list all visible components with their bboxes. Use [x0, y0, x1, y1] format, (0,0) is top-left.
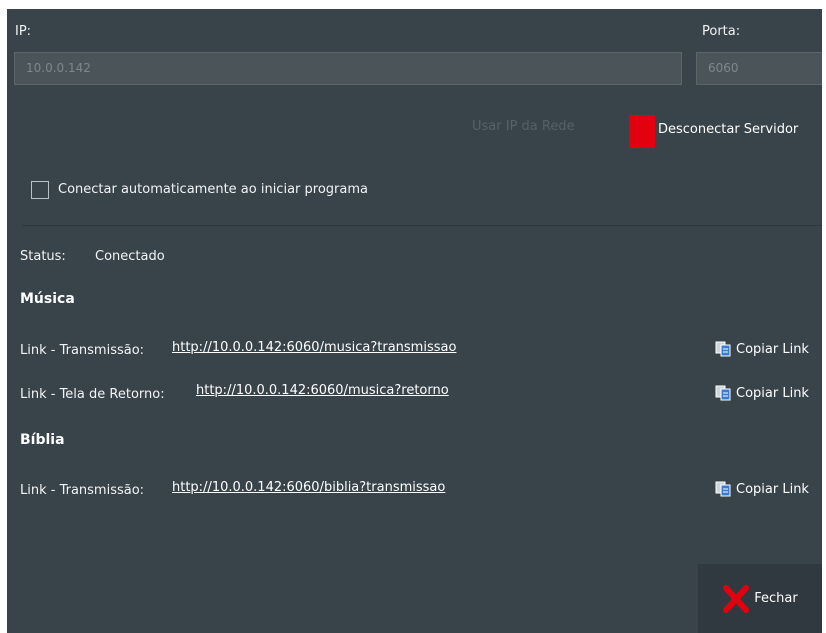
section-title-musica: Música: [20, 291, 75, 307]
copy-link-button[interactable]: Copiar Link: [715, 385, 809, 401]
close-x-icon: [723, 584, 750, 613]
close-button-label: Fechar: [754, 591, 798, 606]
server-status-indicator: [629, 115, 655, 148]
link-url[interactable]: http://10.0.0.142:6060/musica?retorno: [196, 383, 449, 398]
copy-link-label: Copiar Link: [736, 341, 809, 357]
copy-link-label: Copiar Link: [736, 385, 809, 401]
status-value: Conectado: [95, 249, 165, 264]
section-title-biblia: Bíblia: [20, 432, 65, 448]
copy-link-label: Copiar Link: [736, 481, 809, 497]
link-label: Link - Tela de Retorno:: [20, 387, 165, 402]
copy-icon: [715, 341, 731, 357]
link-url[interactable]: http://10.0.0.142:6060/musica?transmissa…: [172, 340, 456, 355]
ip-label: IP:: [15, 24, 32, 39]
link-label: Link - Transmissão:: [20, 483, 145, 498]
server-settings-dialog: IP: 10.0.0.142 Porta: 6060 Usar IP da Re…: [7, 9, 822, 633]
close-button[interactable]: Fechar: [698, 564, 822, 633]
separator: [22, 225, 822, 226]
copy-icon: [715, 385, 731, 401]
auto-connect-label[interactable]: Conectar automaticamente ao iniciar prog…: [58, 182, 368, 197]
status-label: Status:: [20, 249, 66, 264]
ip-field[interactable]: 10.0.0.142: [14, 52, 682, 85]
auto-connect-checkbox[interactable]: [31, 181, 49, 199]
use-network-ip-button[interactable]: Usar IP da Rede: [472, 119, 575, 134]
porta-label: Porta:: [702, 24, 741, 39]
copy-icon: [715, 481, 731, 497]
disconnect-server-button[interactable]: Desconectar Servidor: [658, 122, 798, 137]
link-url[interactable]: http://10.0.0.142:6060/biblia?transmissa…: [172, 480, 445, 495]
link-label: Link - Transmissão:: [20, 343, 145, 358]
copy-link-button[interactable]: Copiar Link: [715, 481, 809, 497]
porta-field[interactable]: 6060: [696, 52, 822, 85]
copy-link-button[interactable]: Copiar Link: [715, 341, 809, 357]
